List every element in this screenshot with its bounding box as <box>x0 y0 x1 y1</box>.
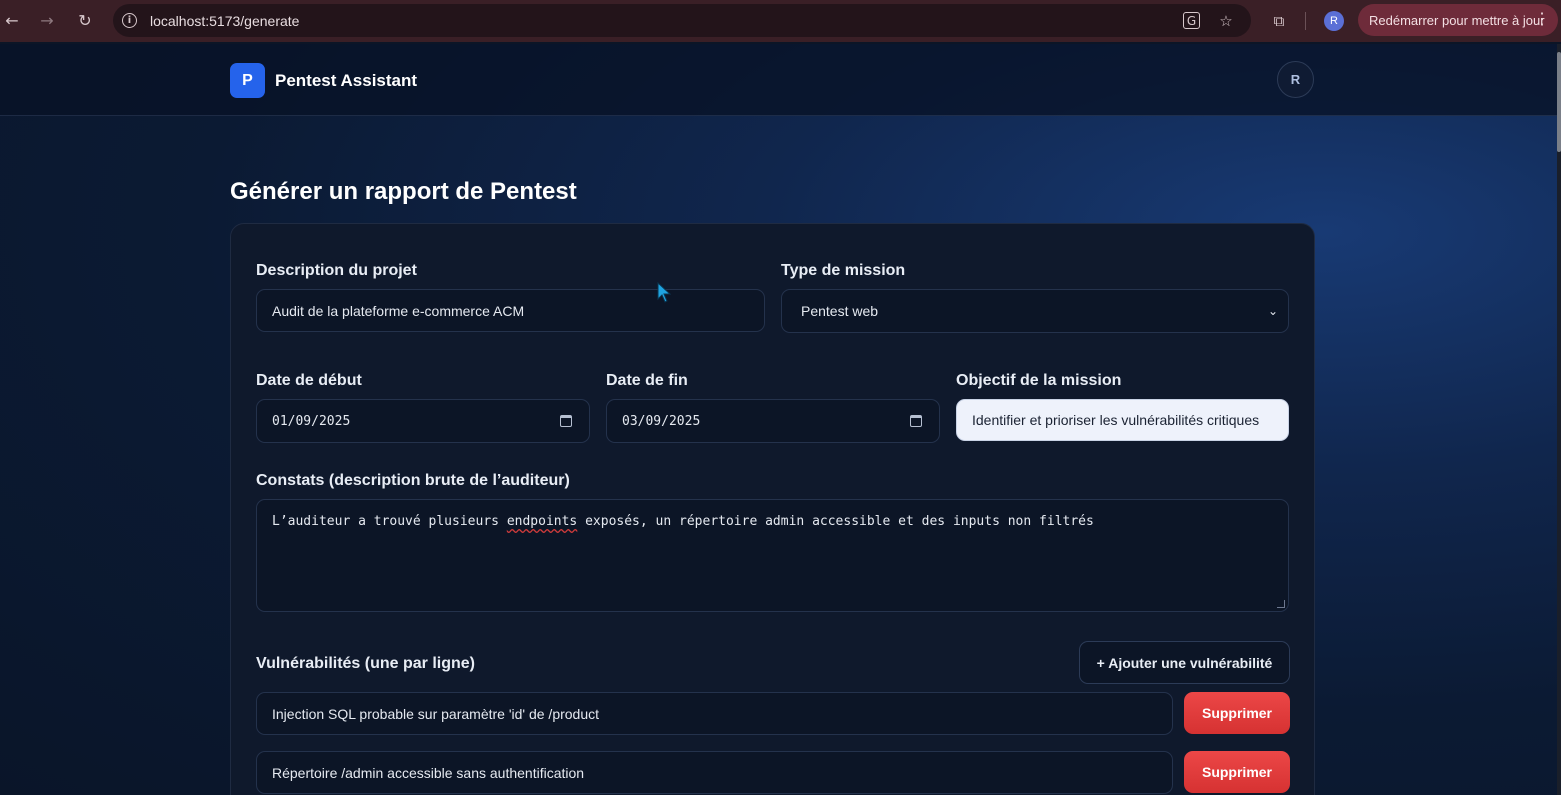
vulnerability-input[interactable]: Répertoire /admin accessible sans authen… <box>256 751 1173 794</box>
findings-text-start: L’auditeur a trouvé plusieurs <box>272 514 507 529</box>
misspelled-word[interactable]: endpoints <box>507 514 577 529</box>
browser-toolbar: ← → ↻ i localhost:5173/generate G ☆ ⧉ R … <box>0 0 1561 42</box>
star-icon[interactable]: ☆ <box>1216 11 1236 31</box>
scrollbar-thumb[interactable] <box>1557 52 1561 152</box>
extensions-icon[interactable]: ⧉ <box>1268 10 1290 32</box>
update-button[interactable]: Redémarrer pour mettre à jour ⋮ <box>1358 4 1558 36</box>
page-scrollbar[interactable] <box>1557 44 1561 795</box>
objective-label: Objectif de la mission <box>956 372 1122 389</box>
page-title: Générer un rapport de Pentest <box>230 178 577 205</box>
address-bar[interactable]: i localhost:5173/generate G ☆ <box>113 4 1251 37</box>
report-form-card: Description du projet Audit de la platef… <box>230 223 1315 795</box>
forward-arrow-icon[interactable]: → <box>36 9 58 31</box>
description-input[interactable]: Audit de la plateforme e-commerce ACM <box>256 289 765 332</box>
calendar-icon[interactable] <box>910 415 922 427</box>
findings-textarea[interactable]: L’auditeur a trouvé plusieurs endpoints … <box>256 499 1289 612</box>
end-date-input[interactable]: 03/09/2025 <box>606 399 940 443</box>
start-date-value: 01/09/2025 <box>272 413 351 429</box>
back-arrow-icon[interactable]: ← <box>1 9 23 31</box>
app-logo[interactable]: P <box>230 63 265 98</box>
add-vulnerability-button[interactable]: + Ajouter une vulnérabilité <box>1079 641 1290 684</box>
end-date-label: Date de fin <box>606 372 688 389</box>
delete-vulnerability-button[interactable]: Supprimer <box>1184 751 1290 793</box>
mission-type-select[interactable]: Pentest web ⌄ <box>781 289 1289 333</box>
update-button-label: Redémarrer pour mettre à jour <box>1369 12 1545 28</box>
delete-vulnerability-button[interactable]: Supprimer <box>1184 692 1290 734</box>
vulnerability-value: Injection SQL probable sur paramètre 'id… <box>272 705 600 722</box>
vulnerabilities-label: Vulnérabilités (une par ligne) <box>256 655 475 672</box>
start-date-label: Date de début <box>256 372 362 389</box>
app-root: P Pentest Assistant R Générer un rapport… <box>0 44 1557 795</box>
objective-value: Identifier et prioriser les vulnérabilit… <box>972 412 1260 428</box>
end-date-value: 03/09/2025 <box>622 413 701 429</box>
objective-input[interactable]: Identifier et prioriser les vulnérabilit… <box>956 399 1289 441</box>
more-menu-icon[interactable]: ⋮ <box>1534 4 1550 36</box>
chevron-down-icon: ⌄ <box>1267 304 1278 318</box>
app-name[interactable]: Pentest Assistant <box>275 71 417 91</box>
app-header: P Pentest Assistant R <box>0 44 1557 116</box>
info-icon[interactable]: i <box>122 13 137 28</box>
description-value: Audit de la plateforme e-commerce ACM <box>272 302 525 319</box>
url-text[interactable]: localhost:5173/generate <box>150 13 299 29</box>
calendar-icon[interactable] <box>560 415 572 427</box>
description-label: Description du projet <box>256 262 417 279</box>
browser-profile-avatar[interactable]: R <box>1324 11 1344 31</box>
user-avatar[interactable]: R <box>1277 61 1314 98</box>
toolbar-divider <box>1305 12 1306 30</box>
start-date-input[interactable]: 01/09/2025 <box>256 399 590 443</box>
findings-text-end: exposés, un répertoire admin accessible … <box>577 514 1094 529</box>
vulnerability-input[interactable]: Injection SQL probable sur paramètre 'id… <box>256 692 1173 735</box>
findings-label: Constats (description brute de l’auditeu… <box>256 472 570 489</box>
translate-icon[interactable]: G <box>1183 12 1200 29</box>
reload-icon[interactable]: ↻ <box>74 9 96 31</box>
mission-type-value: Pentest web <box>801 303 879 319</box>
mission-type-label: Type de mission <box>781 262 906 279</box>
resize-handle[interactable] <box>1277 600 1285 608</box>
vulnerability-value: Répertoire /admin accessible sans authen… <box>272 764 585 781</box>
